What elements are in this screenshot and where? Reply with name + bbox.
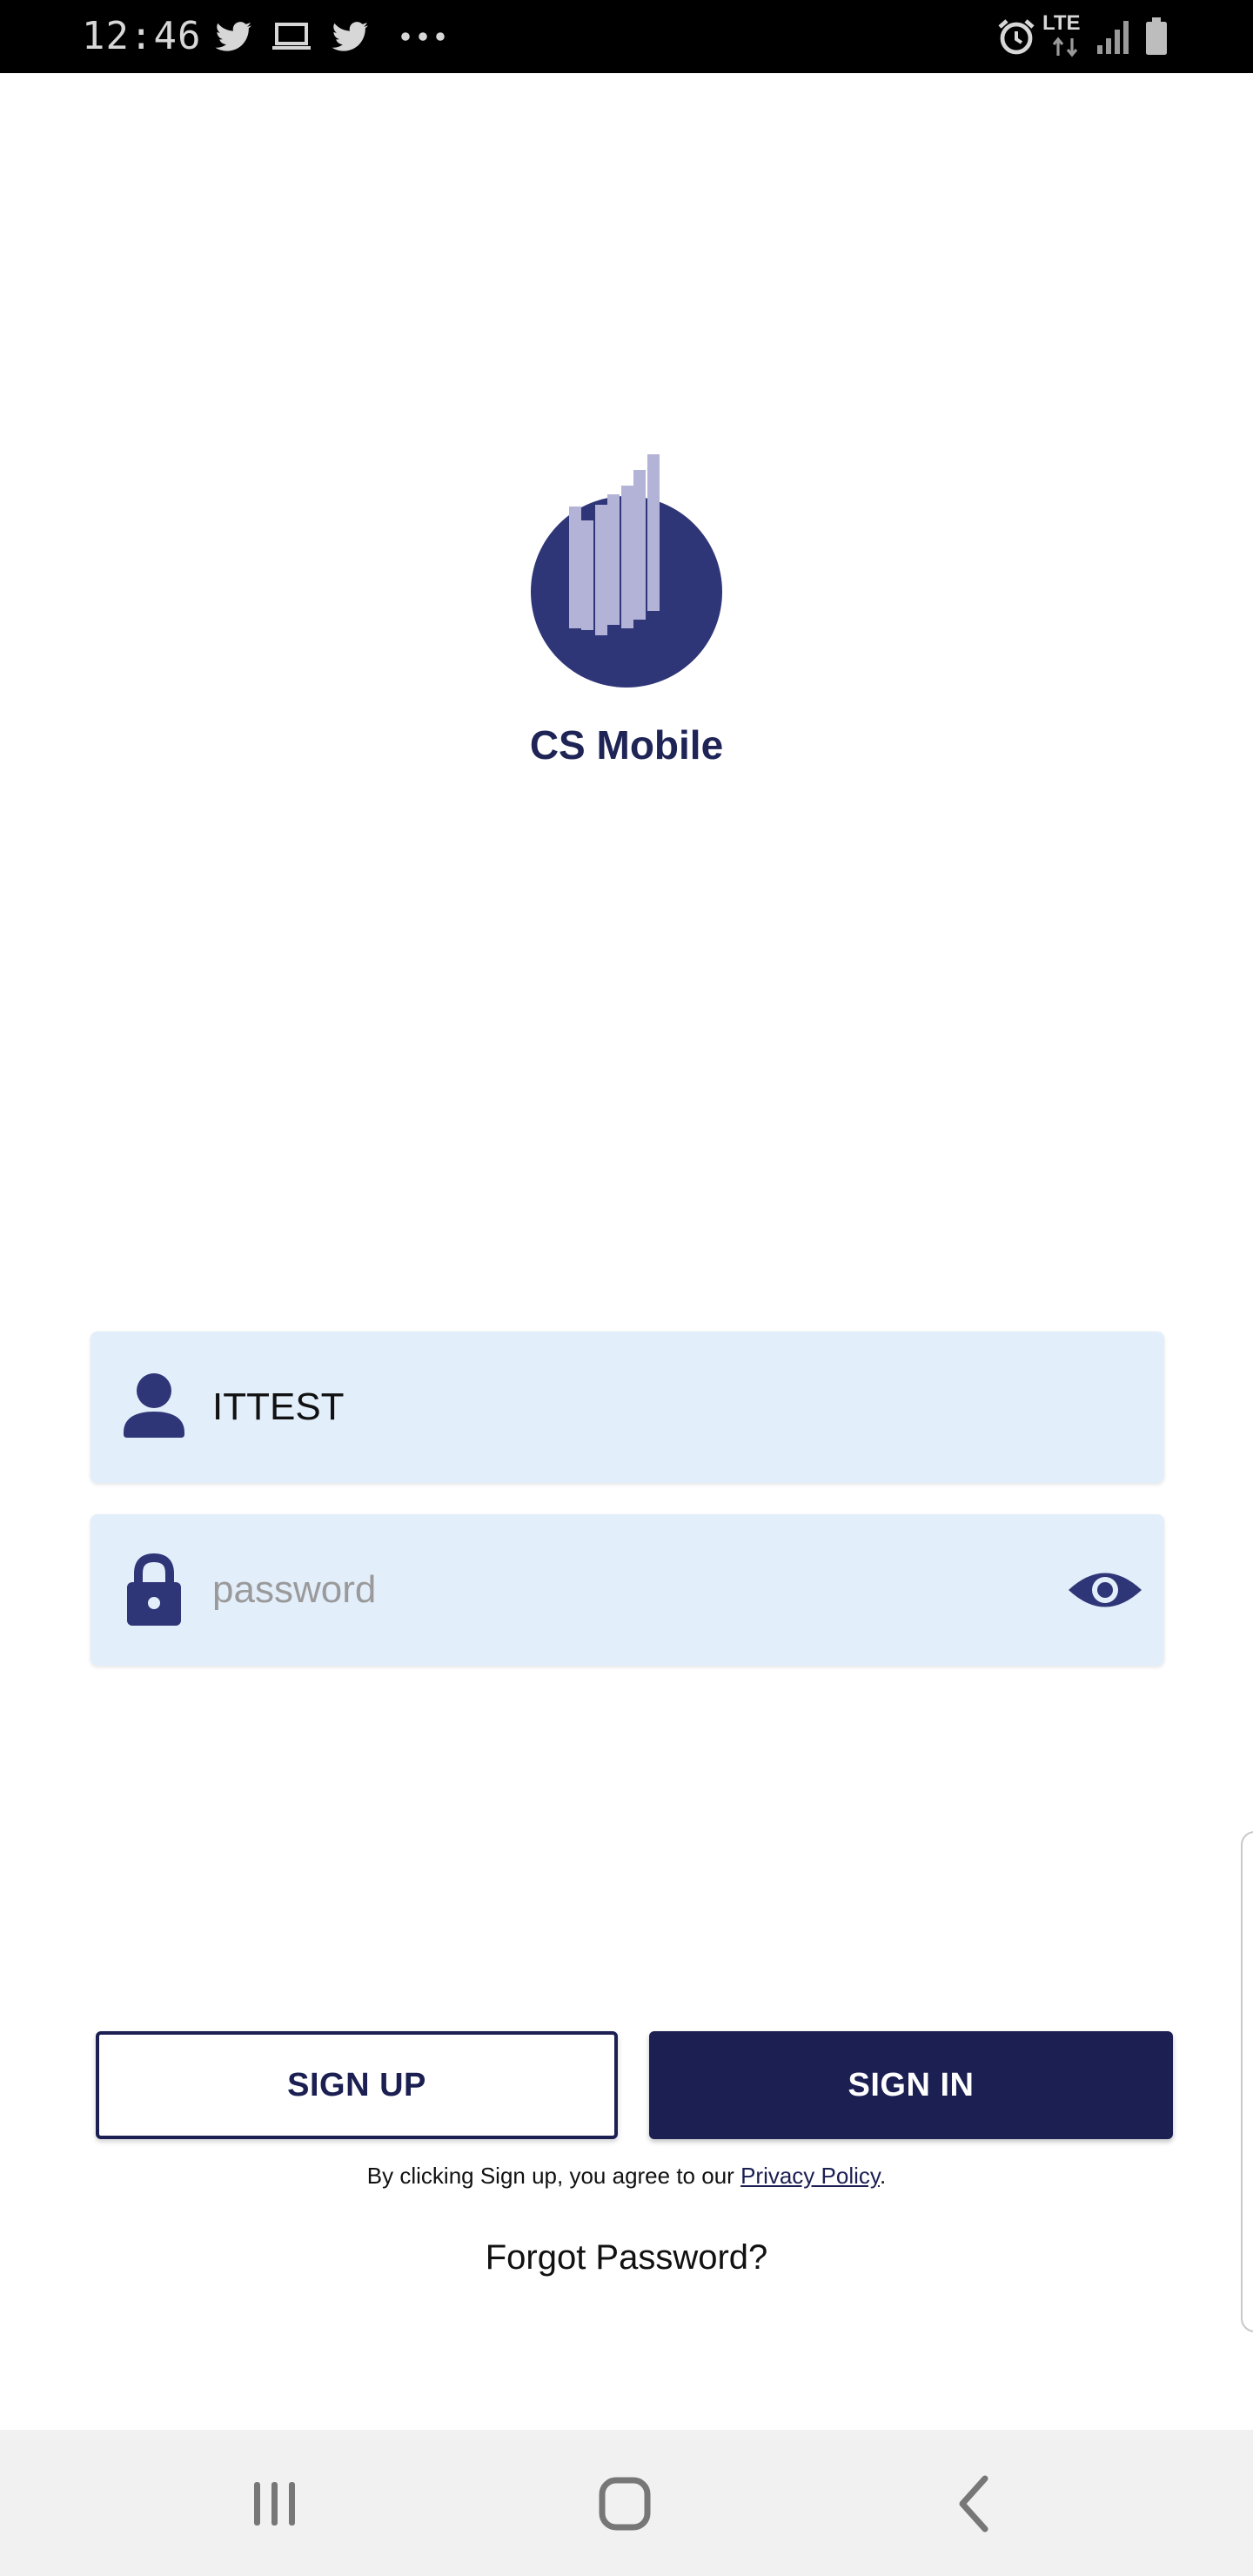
twitter-icon: [215, 22, 252, 51]
privacy-agreement-text: By clicking Sign up, you agree to our Pr…: [0, 2160, 1253, 2191]
lte-label: LTE: [1042, 11, 1081, 35]
more-icon: [401, 32, 445, 41]
username-input[interactable]: [212, 1366, 1048, 1448]
forgot-password-link[interactable]: Forgot Password?: [486, 2238, 768, 2277]
sign-up-button[interactable]: SIGN UP: [96, 2031, 618, 2139]
laptop-icon: [272, 23, 311, 50]
agree-suffix: .: [879, 2163, 887, 2189]
home-icon[interactable]: [581, 2465, 668, 2543]
recents-icon[interactable]: [231, 2465, 318, 2543]
edge-panel-handle[interactable]: [1241, 1831, 1253, 2332]
agree-prefix: By clicking Sign up, you agree to our: [366, 2163, 734, 2189]
status-time: 12:46: [82, 14, 202, 58]
status-bar: 12:46 LTE: [0, 0, 1253, 73]
eye-icon[interactable]: [1063, 1551, 1147, 1629]
screen: 12:46 LTE CS Mobile ITTEST SIGN UP SIGN …: [0, 0, 1253, 2576]
privacy-policy-link[interactable]: Privacy Policy: [740, 2163, 880, 2189]
navigation-bar: [0, 2430, 1253, 2576]
lte-icon: LTE: [1042, 12, 1089, 61]
data-arrows-icon: [1052, 37, 1078, 57]
battery-icon: [1146, 17, 1167, 55]
password-input[interactable]: [212, 1549, 1048, 1631]
signal-icon: [1097, 21, 1129, 54]
username-field[interactable]: [90, 1332, 1164, 1483]
back-icon[interactable]: [931, 2465, 1018, 2543]
twitter-icon: [332, 22, 369, 51]
lock-icon: [127, 1553, 181, 1626]
password-field[interactable]: [90, 1514, 1164, 1666]
alarm-icon: [998, 19, 1035, 55]
app-logo: [531, 454, 722, 688]
app-name: CS Mobile: [529, 722, 724, 768]
forgot-password-row: Forgot Password?: [0, 2233, 1253, 2282]
user-icon: [124, 1373, 184, 1438]
sign-in-button[interactable]: SIGN IN: [649, 2031, 1173, 2139]
